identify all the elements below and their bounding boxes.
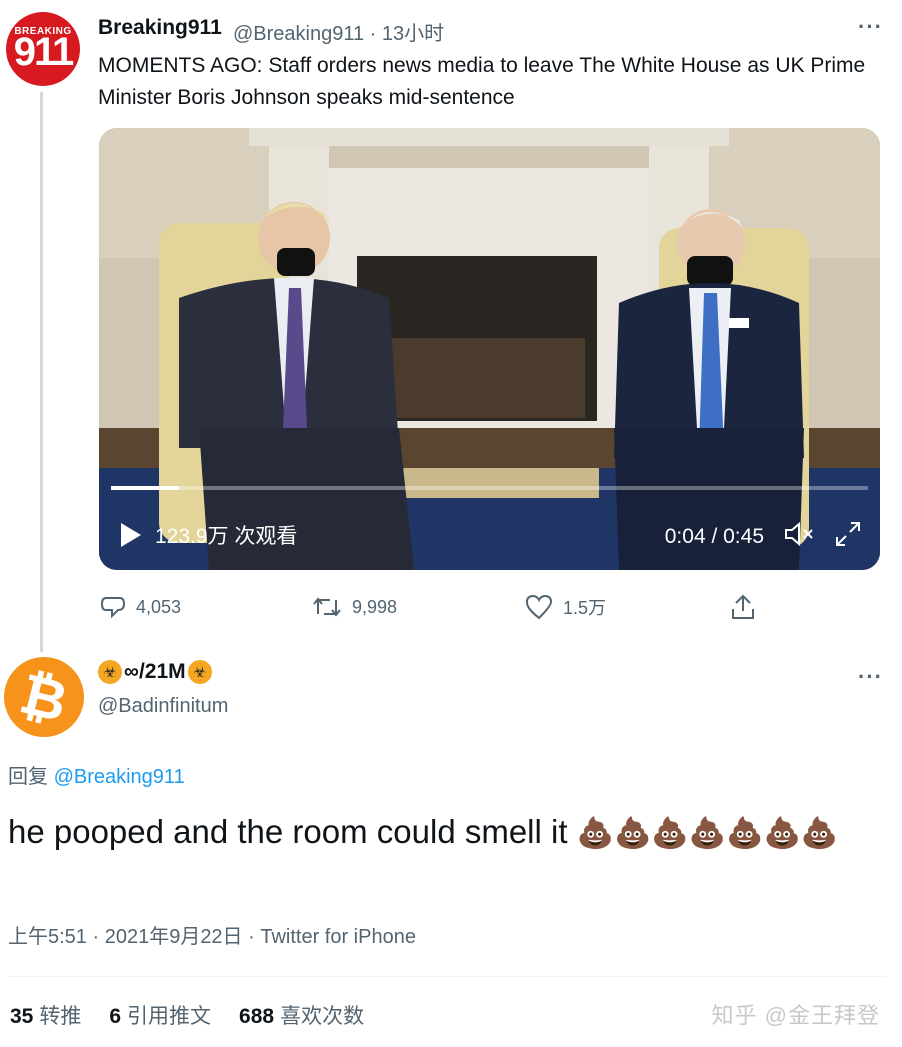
quotes-stat[interactable]: 6 引用推文 [109, 1000, 211, 1030]
video-controls-right: 0:04 / 0:45 [665, 520, 862, 553]
reply-author-handle[interactable]: @Badinfinitum [98, 695, 228, 718]
more-options-icon[interactable]: ··· [858, 14, 883, 40]
reply-count: 4,053 [136, 596, 182, 617]
reply-author-name[interactable]: ☣ ∞/21M ☣ [98, 660, 212, 684]
play-icon[interactable] [121, 523, 141, 547]
author-handle[interactable]: @Breaking911 · 13小时 [233, 17, 444, 46]
like-count: 1.5万 [563, 598, 607, 618]
video-time: 0:04 / 0:45 [664, 524, 764, 548]
video-frame [99, 128, 880, 570]
divider [8, 976, 886, 977]
reply-icon [100, 597, 126, 619]
share-action[interactable] [730, 593, 756, 621]
thread-line [40, 92, 43, 652]
heart-icon [525, 594, 553, 620]
video-progress-fill [111, 486, 180, 490]
bitcoin-icon: ₿ [14, 660, 74, 734]
reply-action[interactable]: 4,053 [100, 594, 181, 620]
view-count: 123.9万 次观看 [155, 525, 298, 548]
replying-to: 回复 @Breaking911 [8, 766, 185, 788]
like-action[interactable]: 1.5万 [525, 594, 606, 620]
video-progress-track[interactable] [111, 486, 868, 490]
replying-to-link[interactable]: @Breaking911 [54, 766, 185, 788]
likes-stat[interactable]: 688 喜欢次数 [239, 1000, 364, 1030]
fullscreen-icon[interactable] [834, 520, 862, 553]
badinfinitum-avatar[interactable]: ₿ [4, 657, 84, 737]
retweet-action[interactable]: 9,998 [312, 594, 397, 620]
author-name[interactable]: Breaking911 [98, 16, 222, 40]
reply-more-options-icon[interactable]: ··· [858, 664, 883, 690]
reply-stats: 35 转推 6 引用推文 688 喜欢次数 [10, 1000, 364, 1030]
biohazard-icon: ☣ [187, 660, 212, 684]
biohazard-icon: ☣ [98, 660, 122, 684]
tweet-text: MOMENTS AGO: Staff orders news media to … [98, 54, 866, 109]
retweets-stat[interactable]: 35 转推 [10, 1000, 81, 1030]
mute-icon[interactable] [784, 521, 814, 551]
poop-emoji: 💩💩💩💩💩💩💩 [576, 817, 839, 850]
retweet-count: 9,998 [352, 596, 398, 617]
breaking911-avatar[interactable]: BREAKING 911 [6, 12, 80, 86]
video-controls-left: 123.9万 次观看 [121, 520, 297, 550]
reply-text: he pooped and the room could smell it 💩💩… [8, 813, 839, 850]
reply-timestamp[interactable]: 上午5:51 · 2021年9月22日 · Twitter for iPhone [8, 920, 416, 949]
video-player[interactable]: 123.9万 次观看 0:04 / 0:45 [99, 128, 880, 570]
zhihu-watermark: 知乎 @金王拜登 [711, 1003, 880, 1028]
share-icon [732, 594, 754, 619]
retweet-icon [313, 597, 341, 617]
